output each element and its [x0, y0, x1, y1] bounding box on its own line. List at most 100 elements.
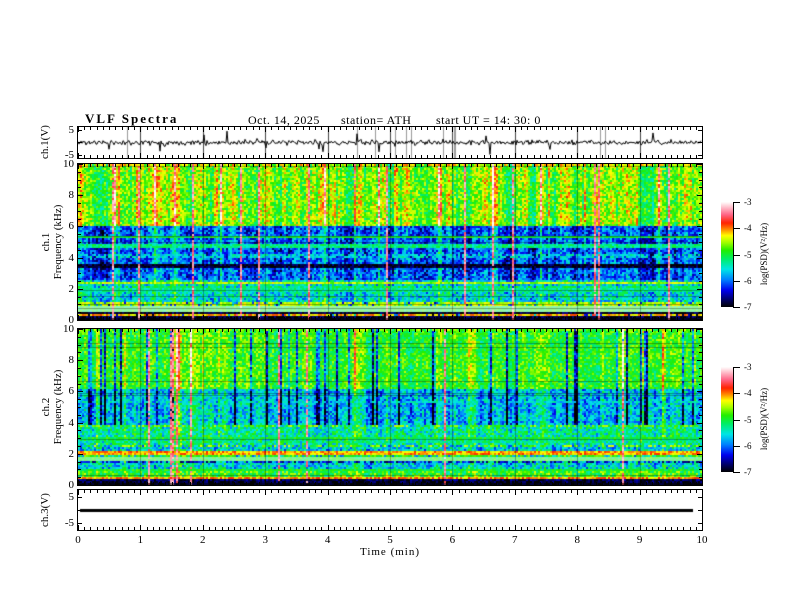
tick: [698, 155, 702, 156]
tick: [699, 477, 702, 478]
spec-ytick-label: 8: [68, 189, 75, 202]
tick: [608, 482, 609, 485]
tick: [697, 164, 702, 165]
tick: [627, 155, 628, 158]
tick: [203, 525, 204, 530]
tick: [190, 164, 191, 167]
spectrogram-panel-ch2: [77, 328, 703, 486]
tick: [452, 153, 453, 158]
tick: [446, 527, 447, 530]
tick: [699, 446, 702, 447]
tick: [540, 329, 541, 332]
tick: [683, 127, 684, 130]
tick: [328, 153, 329, 158]
tick: [552, 155, 553, 158]
tick: [484, 317, 485, 320]
tick: [452, 164, 453, 169]
tick: [490, 329, 491, 332]
tick: [690, 164, 691, 167]
tick: [97, 164, 98, 167]
tick: [658, 482, 659, 485]
tick: [627, 164, 628, 167]
tick: [246, 317, 247, 320]
tick: [222, 317, 223, 320]
tick: [90, 482, 91, 485]
tick: [652, 527, 653, 530]
tick: [496, 329, 497, 332]
tick: [477, 164, 478, 167]
tick: [427, 127, 428, 130]
tick: [109, 317, 110, 320]
tick: [683, 482, 684, 485]
tick: [608, 127, 609, 130]
tick: [465, 127, 466, 130]
tick: [109, 490, 110, 493]
tick: [346, 164, 347, 167]
tick: [134, 127, 135, 130]
tick: [153, 482, 154, 485]
tick: [78, 329, 83, 330]
tick: [471, 164, 472, 167]
tick: [334, 155, 335, 158]
x-axis-title: Time (min): [359, 546, 421, 558]
colorbar-tick: [733, 281, 740, 282]
tick: [147, 527, 148, 530]
tick: [690, 127, 691, 130]
tick: [658, 127, 659, 130]
tick: [621, 490, 622, 493]
tick: [465, 490, 466, 493]
tick: [365, 490, 366, 493]
tick: [665, 482, 666, 485]
tick: [315, 329, 316, 332]
tick: [621, 482, 622, 485]
ylabel-spec2: ch.2 Frequency (kHz): [40, 370, 64, 445]
tick: [671, 155, 672, 158]
tick: [409, 490, 410, 493]
tick: [359, 127, 360, 130]
tick: [215, 329, 216, 332]
tick: [509, 482, 510, 485]
tick: [90, 127, 91, 130]
tick: [697, 319, 702, 320]
tick: [178, 155, 179, 158]
tick: [334, 127, 335, 130]
tick: [78, 273, 81, 274]
tick: [78, 446, 81, 447]
tick: [303, 127, 304, 130]
tick: [421, 482, 422, 485]
tick: [340, 490, 341, 493]
tick: [699, 273, 702, 274]
tick: [699, 337, 702, 338]
tick: [153, 164, 154, 167]
spectrogram-ch1-canvas: [78, 164, 702, 320]
tick: [577, 153, 578, 158]
tick: [222, 527, 223, 530]
tick: [321, 127, 322, 130]
tick: [697, 484, 702, 485]
tick: [471, 527, 472, 530]
tick: [90, 527, 91, 530]
spec-ytick-label: 4: [68, 251, 75, 264]
tick: [165, 329, 166, 332]
tick: [84, 329, 85, 332]
tick: [683, 490, 684, 493]
tick: [496, 527, 497, 530]
tick: [234, 329, 235, 332]
tick: [440, 329, 441, 332]
tick: [633, 527, 634, 530]
tick: [402, 317, 403, 320]
tick: [278, 490, 279, 493]
tick: [527, 155, 528, 158]
tick: [378, 317, 379, 320]
spectrogram-ch2-canvas: [78, 329, 702, 485]
tick: [97, 490, 98, 493]
tick: [699, 376, 702, 377]
tick: [565, 527, 566, 530]
tick: [471, 155, 472, 158]
tick: [633, 155, 634, 158]
spec-ytick-label: 10: [63, 323, 74, 335]
tick: [440, 527, 441, 530]
tick: [596, 329, 597, 332]
tick: [278, 317, 279, 320]
tick: [309, 527, 310, 530]
